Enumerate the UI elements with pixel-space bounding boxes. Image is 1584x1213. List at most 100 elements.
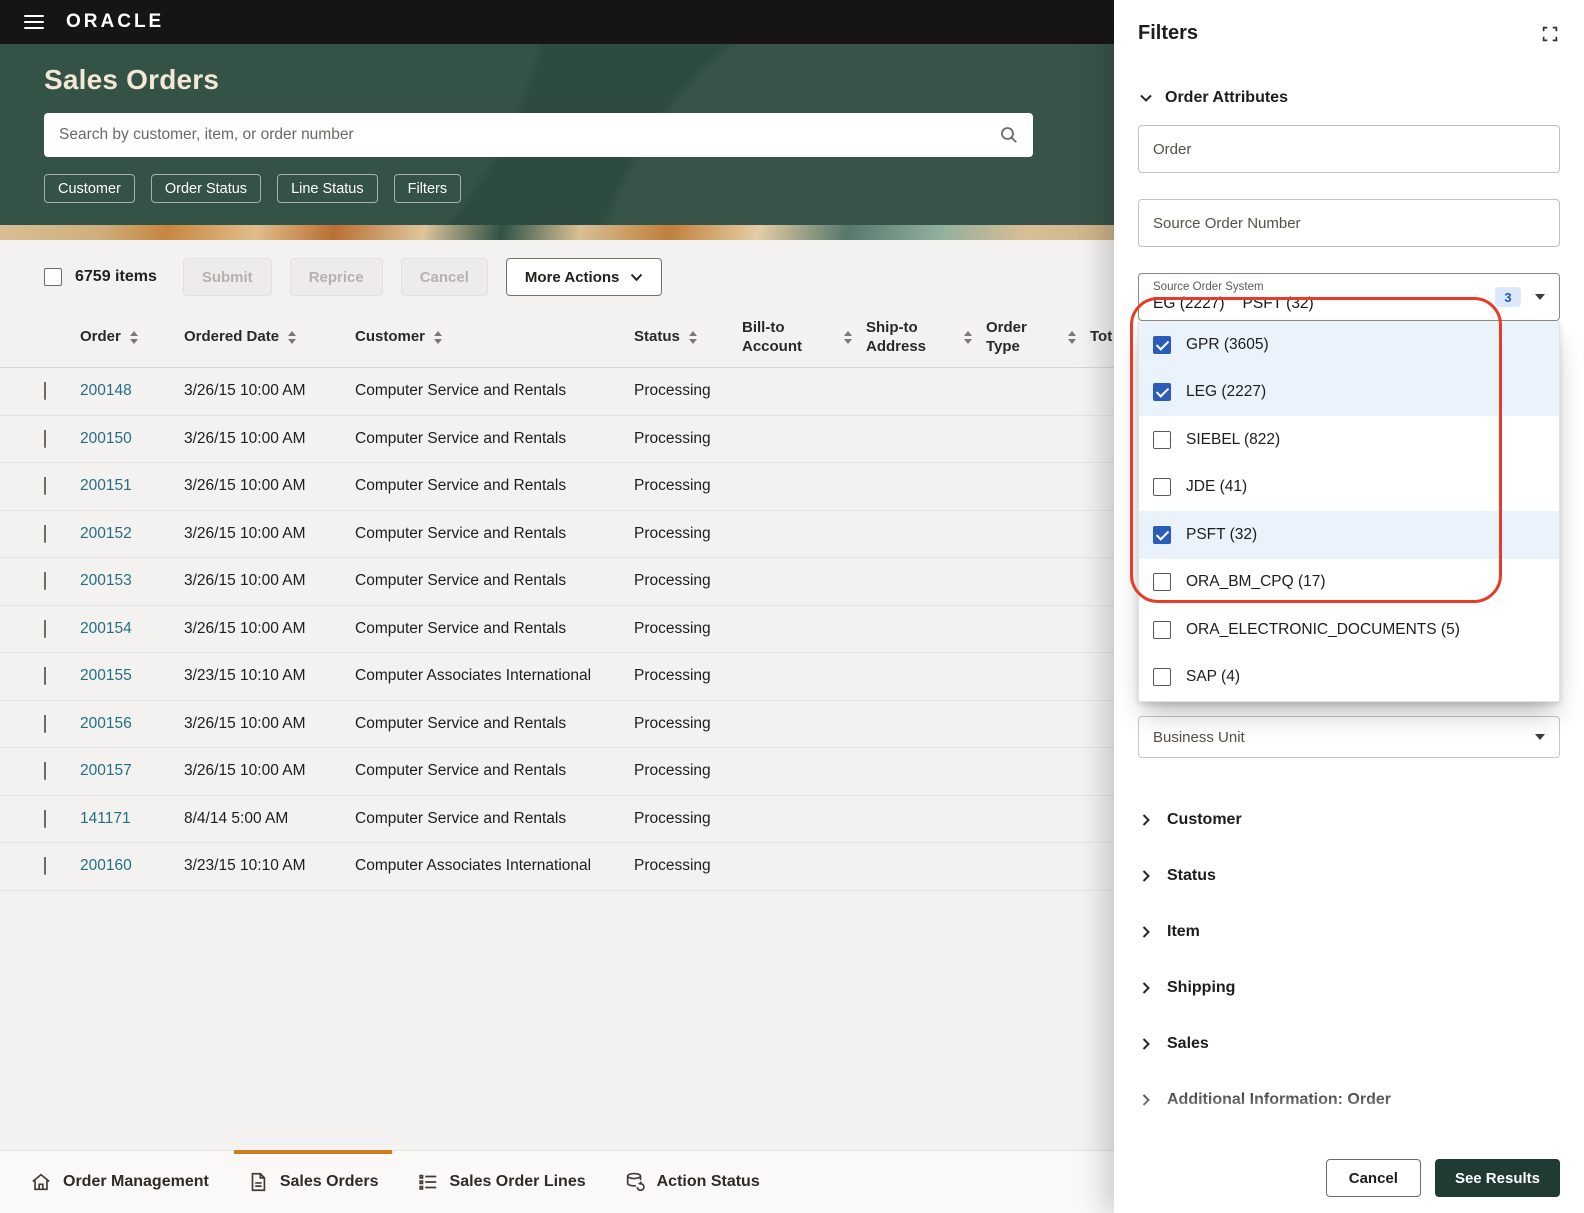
- business-unit-select[interactable]: Business Unit: [1138, 716, 1560, 758]
- ordered-date-cell: 3/26/15 10:00 AM: [184, 382, 355, 400]
- order-number-link[interactable]: 200151: [80, 477, 184, 495]
- option-checkbox[interactable]: [1153, 383, 1171, 401]
- toolbar-action-button[interactable]: Submit: [183, 258, 272, 296]
- select-all-checkbox[interactable]: [44, 268, 62, 286]
- order-input[interactable]: Order: [1138, 125, 1560, 173]
- order-number-link[interactable]: 200156: [80, 715, 184, 733]
- dropdown-option[interactable]: GPR (3605): [1139, 321, 1559, 369]
- sort-icon[interactable]: [689, 331, 697, 344]
- search-icon[interactable]: [999, 125, 1019, 145]
- column-header[interactable]: Bill-to Account: [742, 319, 866, 357]
- order-number-link[interactable]: 200153: [80, 572, 184, 590]
- section-order-attributes[interactable]: Order Attributes: [1138, 89, 1560, 107]
- column-header[interactable]: Order Type: [986, 319, 1090, 357]
- order-number-link[interactable]: 141171: [80, 810, 184, 828]
- order-number-link[interactable]: 200152: [80, 525, 184, 543]
- option-checkbox[interactable]: [1153, 336, 1171, 354]
- dropdown-option[interactable]: SAP (4): [1139, 654, 1559, 702]
- see-results-button[interactable]: See Results: [1435, 1159, 1560, 1197]
- option-checkbox[interactable]: [1153, 621, 1171, 639]
- row-checkbox[interactable]: [44, 620, 46, 638]
- dropdown-option[interactable]: SIEBEL (822): [1139, 416, 1559, 464]
- table-row[interactable]: 200157 3/26/15 10:00 AM Computer Service…: [0, 748, 1114, 796]
- option-checkbox[interactable]: [1153, 478, 1171, 496]
- sort-icon[interactable]: [130, 331, 138, 344]
- sort-icon[interactable]: [964, 331, 972, 344]
- option-checkbox[interactable]: [1153, 573, 1171, 591]
- table-row[interactable]: 200155 3/23/15 10:10 AM Computer Associa…: [0, 653, 1114, 701]
- filter-chip[interactable]: Line Status: [277, 174, 378, 203]
- collapsed-section-row[interactable]: Status: [1138, 848, 1560, 904]
- expand-panel-icon[interactable]: [1540, 24, 1560, 44]
- sort-icon[interactable]: [1068, 331, 1076, 344]
- dropdown-option[interactable]: LEG (2227): [1139, 369, 1559, 417]
- search-input[interactable]: [44, 113, 1033, 157]
- row-checkbox[interactable]: [44, 382, 46, 400]
- home-icon: [30, 1171, 52, 1193]
- column-header[interactable]: Customer: [355, 328, 634, 347]
- collapsed-section-row[interactable]: Additional Information: Order: [1138, 1072, 1560, 1128]
- filter-chip[interactable]: Filters: [394, 174, 461, 203]
- section-label: Order Attributes: [1165, 89, 1288, 107]
- table-row[interactable]: 200154 3/26/15 10:00 AM Computer Service…: [0, 606, 1114, 654]
- collapsed-section-row[interactable]: Customer: [1138, 792, 1560, 848]
- row-checkbox[interactable]: [44, 715, 46, 733]
- order-number-link[interactable]: 200155: [80, 667, 184, 685]
- row-checkbox[interactable]: [44, 430, 46, 448]
- order-number-link[interactable]: 200160: [80, 857, 184, 875]
- table-row[interactable]: 200152 3/26/15 10:00 AM Computer Service…: [0, 511, 1114, 559]
- source-order-number-input[interactable]: Source Order Number: [1138, 199, 1560, 247]
- dropdown-option[interactable]: ORA_BM_CPQ (17): [1139, 559, 1559, 607]
- table-row[interactable]: 200148 3/26/15 10:00 AM Computer Service…: [0, 368, 1114, 416]
- row-checkbox[interactable]: [44, 477, 46, 495]
- collapsed-section-row[interactable]: Sales: [1138, 1016, 1560, 1072]
- row-checkbox[interactable]: [44, 572, 46, 590]
- order-number-link[interactable]: 200154: [80, 620, 184, 638]
- toolbar-action-button[interactable]: Cancel: [401, 258, 488, 296]
- row-checkbox[interactable]: [44, 857, 46, 875]
- dropdown-option[interactable]: PSFT (32): [1139, 511, 1559, 559]
- nav-item-sales-orders[interactable]: Sales Orders: [247, 1151, 379, 1213]
- order-number-link[interactable]: 200157: [80, 762, 184, 780]
- row-checkbox[interactable]: [44, 762, 46, 780]
- source-order-system-combobox[interactable]: Source Order System EG (2227) PSFT (32) …: [1138, 273, 1560, 321]
- option-checkbox[interactable]: [1153, 526, 1171, 544]
- sort-icon[interactable]: [288, 331, 296, 344]
- table-row[interactable]: 200153 3/26/15 10:00 AM Computer Service…: [0, 558, 1114, 606]
- table-row[interactable]: 200156 3/26/15 10:00 AM Computer Service…: [0, 701, 1114, 749]
- column-header[interactable]: Ship-to Address: [866, 319, 986, 357]
- collapsed-section-row[interactable]: Shipping: [1138, 960, 1560, 1016]
- dropdown-option[interactable]: JDE (41): [1139, 464, 1559, 512]
- order-number-link[interactable]: 200150: [80, 430, 184, 448]
- cancel-button[interactable]: Cancel: [1326, 1159, 1421, 1197]
- dropdown-option[interactable]: ORA_ELECTRONIC_DOCUMENTS (5): [1139, 606, 1559, 654]
- dropdown-caret-icon[interactable]: [1535, 294, 1545, 300]
- option-checkbox[interactable]: [1153, 431, 1171, 449]
- collapsed-section-label: Customer: [1167, 811, 1242, 829]
- source-order-system-dropdown: GPR (3605) LEG (2227) SIEBEL (822): [1138, 321, 1560, 702]
- more-actions-button[interactable]: More Actions: [506, 258, 662, 296]
- row-checkbox[interactable]: [44, 667, 46, 685]
- nav-item-action-status[interactable]: Action Status: [624, 1151, 760, 1213]
- sort-icon[interactable]: [434, 331, 442, 344]
- toolbar-action-button[interactable]: Reprice: [290, 258, 383, 296]
- table-row[interactable]: 200150 3/26/15 10:00 AM Computer Service…: [0, 416, 1114, 464]
- nav-item-sales-order-lines[interactable]: Sales Order Lines: [417, 1151, 586, 1213]
- nav-item-order-management[interactable]: Order Management: [30, 1151, 209, 1213]
- row-checkbox[interactable]: [44, 810, 46, 828]
- table-row[interactable]: 200151 3/26/15 10:00 AM Computer Service…: [0, 463, 1114, 511]
- sort-icon[interactable]: [844, 331, 852, 344]
- hamburger-menu-icon[interactable]: [24, 15, 44, 29]
- order-number-link[interactable]: 200148: [80, 382, 184, 400]
- table-row[interactable]: 141171 8/4/14 5:00 AM Computer Service a…: [0, 796, 1114, 844]
- option-checkbox[interactable]: [1153, 668, 1171, 686]
- column-header[interactable]: Order: [80, 328, 184, 347]
- table-row[interactable]: 200160 3/23/15 10:10 AM Computer Associa…: [0, 843, 1114, 891]
- table-row[interactable]: 200161 3/23/15 10:10 AM Computer Associa…: [0, 891, 1114, 906]
- filter-chip[interactable]: Customer: [44, 174, 135, 203]
- row-checkbox[interactable]: [44, 525, 46, 543]
- filter-chip[interactable]: Order Status: [151, 174, 261, 203]
- collapsed-section-row[interactable]: Item: [1138, 904, 1560, 960]
- column-header[interactable]: Status: [634, 328, 742, 347]
- column-header[interactable]: Ordered Date: [184, 328, 355, 347]
